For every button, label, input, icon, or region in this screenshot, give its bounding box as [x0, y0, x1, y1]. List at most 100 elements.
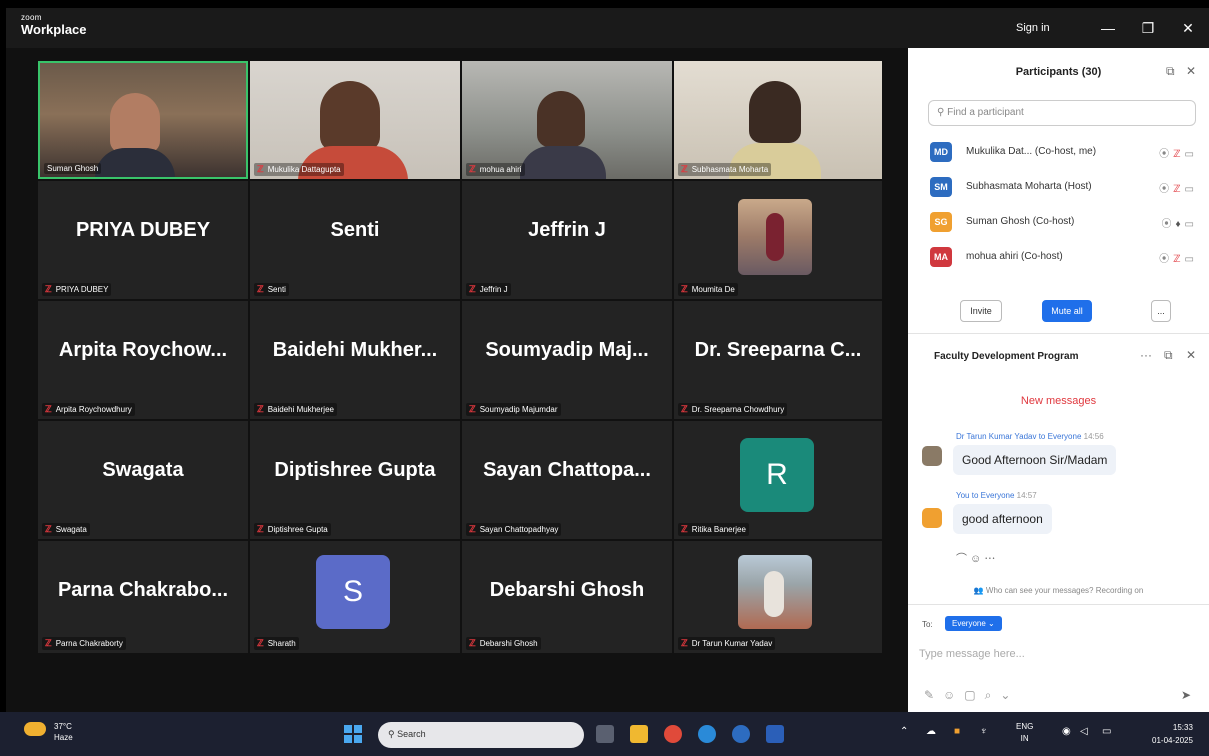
participant-name-label: ℤ Sharath	[254, 637, 299, 650]
onedrive-icon[interactable]: ☁	[926, 726, 936, 737]
video-tile-mohua[interactable]: ℤmohua ahiri	[462, 61, 672, 179]
chat-close-icon[interactable]: ✕	[1186, 348, 1196, 362]
battery-icon[interactable]: ▭	[1102, 726, 1111, 737]
weather-icon[interactable]	[24, 722, 46, 736]
participant-big-name: Sayan Chattopa...	[483, 459, 651, 481]
participant-name-label: ℤ Dr Tarun Kumar Yadav	[678, 637, 776, 650]
taskbar-search-box[interactable]: ⚲ Search	[378, 722, 584, 748]
message-input[interactable]: Type message here...	[919, 648, 1025, 660]
video-name-text: Mukulika Dattagupta	[267, 165, 341, 174]
reaction-icons[interactable]: ⌒ ☺ ⋯	[956, 550, 995, 566]
participant-tile[interactable]: Parna Chakrabo... ℤ Parna Chakraborty	[38, 541, 248, 653]
participant-tile[interactable]: S ℤ Sharath	[250, 541, 460, 653]
mic-muted-icon: ℤ	[45, 524, 52, 534]
participant-name-text: Sayan Chattopadhyay	[479, 525, 559, 534]
participant-tile[interactable]: Swagata ℤ Swagata	[38, 421, 248, 539]
minimize-icon[interactable]: —	[1096, 17, 1120, 39]
clock-date: 01-04-2025	[1152, 736, 1193, 745]
participant-row[interactable]: SM Subhasmata Moharta (Host) ⦿ℤ▭	[930, 175, 1202, 199]
participant-tile[interactable]: PRIYA DUBEY ℤ PRIYA DUBEY	[38, 181, 248, 299]
invite-button[interactable]: Invite	[960, 300, 1002, 322]
volume-icon[interactable]: ◁	[1080, 726, 1088, 737]
participant-initials: SM	[930, 177, 952, 197]
chevron-up-icon[interactable]: ⌃	[900, 726, 908, 737]
weather-widget[interactable]: 37°C Haze	[54, 721, 73, 743]
participant-tile[interactable]: Diptishree Gupta ℤ Diptishree Gupta	[250, 421, 460, 539]
participant-tile[interactable]: Dr. Sreeparna C... ℤ Dr. Sreeparna Chowdh…	[674, 301, 882, 419]
search-placeholder: Find a participant	[947, 107, 1024, 118]
zoom-app-icon[interactable]	[732, 725, 750, 743]
participant-big-name: Arpita Roychow...	[58, 339, 228, 361]
app-tray-icon[interactable]: ■	[954, 726, 960, 737]
video-tile-mukulika[interactable]: ℤ Mukulika Dattagupta	[250, 61, 460, 179]
weather-temp: 37°C	[54, 722, 72, 731]
send-icon[interactable]: ➤	[1181, 688, 1191, 702]
chat-message-bubble[interactable]: good afternoon	[953, 504, 1052, 534]
participant-tile[interactable]: ℤ Dr Tarun Kumar Yadav	[674, 541, 882, 653]
mic-muted-icon: ℤ	[469, 404, 476, 414]
participant-row[interactable]: MA mohua ahiri (Co-host) ⦿ℤ▭	[930, 245, 1202, 269]
restore-icon[interactable]: ❐	[1136, 17, 1160, 39]
chat-toolbar-icons[interactable]: ✎☺▢⌕⌄	[924, 688, 1019, 703]
side-panel: Participants (30) ⧉ ✕ ⚲ Find a participa…	[908, 48, 1209, 712]
taskbar-clock[interactable]: 15:33 01-04-2025	[1152, 721, 1193, 747]
clock-time: 15:33	[1172, 723, 1193, 732]
who-can-see-notice[interactable]: 👥 Who can see your messages? Recording o…	[908, 586, 1209, 595]
participant-row[interactable]: SG Suman Ghosh (Co-host) ⦿♦▭	[930, 210, 1202, 234]
language-region: IN	[1020, 734, 1029, 743]
participant-tile[interactable]: Baidehi Mukher... ℤ Baidehi Mukherjee	[250, 301, 460, 419]
participant-big-name: Debarshi Ghosh	[489, 579, 645, 601]
mute-all-button[interactable]: Mute all	[1042, 300, 1092, 322]
mic-muted-icon: ℤ	[681, 404, 688, 414]
participant-name-text: Baidehi Mukherjee	[267, 405, 334, 414]
profile-photo	[738, 199, 812, 275]
file-explorer-icon[interactable]	[630, 725, 648, 743]
close-icon[interactable]: ✕	[1176, 17, 1200, 39]
sender-avatar	[922, 508, 942, 528]
participant-big-name: Soumyadip Maj...	[485, 339, 649, 361]
task-view-icon[interactable]	[596, 725, 614, 743]
participant-video-figure	[320, 81, 380, 151]
participant-row[interactable]: MD Mukulika Dat... (Co-host, me) ⦿ℤ▭	[930, 140, 1202, 164]
participant-big-name: Dr. Sreeparna C...	[694, 339, 862, 361]
participant-tile[interactable]: Soumyadip Maj... ℤ Soumyadip Majumdar	[462, 301, 672, 419]
mic-muted-icon: ℤ	[257, 404, 264, 414]
chat-message-bubble[interactable]: Good Afternoon Sir/Madam	[953, 445, 1117, 475]
network-tray-icon[interactable]: ♆	[980, 726, 988, 737]
participant-search-input[interactable]: ⚲ Find a participant	[928, 100, 1196, 126]
chat-more-icon[interactable]: ···	[1140, 348, 1152, 362]
new-messages-divider: New messages	[1020, 395, 1097, 407]
chrome-icon[interactable]	[664, 725, 682, 743]
participant-tile[interactable]: R ℤ Ritika Banerjee	[674, 421, 882, 539]
mic-muted-icon: ℤ	[681, 638, 688, 648]
participant-big-name: PRIYA DUBEY	[75, 219, 211, 241]
participant-tile[interactable]: Senti ℤ Senti	[250, 181, 460, 299]
language-indicator[interactable]: ENG IN	[1016, 721, 1033, 745]
profile-photo	[738, 555, 812, 629]
video-name-label: ℤmohua ahiri	[466, 163, 525, 176]
close-panel-icon[interactable]: ✕	[1186, 64, 1196, 78]
participant-tile[interactable]: Arpita Roychow... ℤ Arpita Roychowdhury	[38, 301, 248, 419]
participant-tile[interactable]: Sayan Chattopa... ℤ Sayan Chattopadhyay	[462, 421, 672, 539]
mic-muted-icon: ℤ	[257, 164, 264, 174]
participant-tile[interactable]: Debarshi Ghosh ℤ Debarshi Ghosh	[462, 541, 672, 653]
participant-tile[interactable]: ℤ Moumita De	[674, 181, 882, 299]
chat-popout-icon[interactable]: ⧉	[1164, 348, 1173, 363]
popout-icon[interactable]: ⧉	[1166, 64, 1175, 79]
sign-in-button[interactable]: Sign in	[1016, 22, 1050, 34]
recipient-dropdown[interactable]: Everyone ⌄	[945, 616, 1002, 631]
windows-start-icon[interactable]	[344, 725, 362, 743]
wifi-icon[interactable]: ◉	[1062, 726, 1071, 737]
participant-tile[interactable]: Jeffrin J ℤ Jeffrin J	[462, 181, 672, 299]
profile-photo-figure	[766, 213, 784, 261]
edge-icon[interactable]	[698, 725, 716, 743]
who-can-see-text: Who can see your messages? Recording on	[985, 586, 1144, 595]
word-icon[interactable]	[766, 725, 784, 743]
video-tile-suman-ghosh[interactable]: Suman Ghosh	[38, 61, 248, 179]
more-options-button[interactable]: ...	[1151, 300, 1171, 322]
mic-muted-icon: ℤ	[681, 524, 688, 534]
video-tile-subhasmata[interactable]: ℤ Subhasmata Moharta	[674, 61, 882, 179]
participant-initials: MD	[930, 142, 952, 162]
participant-name-text: Debarshi Ghosh	[479, 639, 538, 648]
mic-muted-icon: ℤ	[469, 638, 476, 648]
